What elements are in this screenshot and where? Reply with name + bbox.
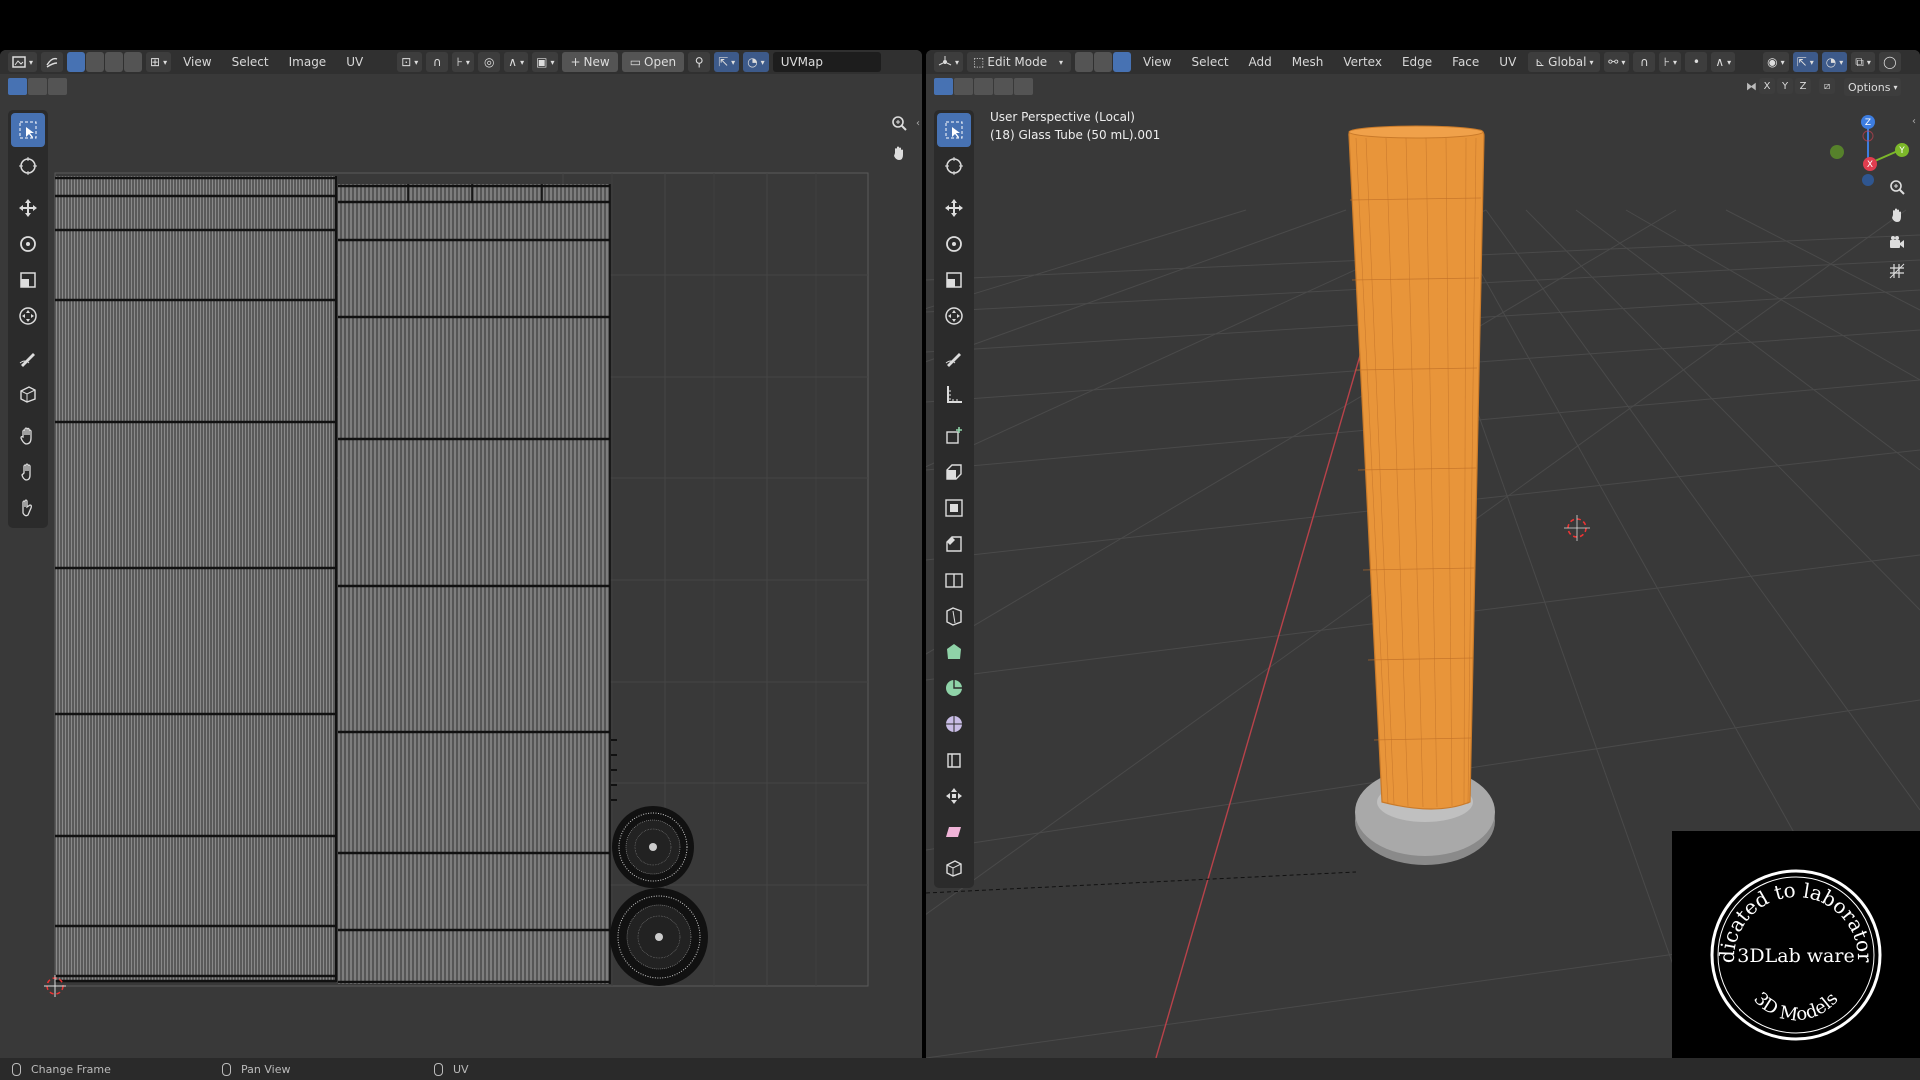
svg-text:Y: Y [1898, 146, 1905, 156]
spin-tool-icon[interactable] [937, 671, 971, 705]
loop-cut-tool-icon[interactable] [937, 563, 971, 597]
rip-region-tool-icon[interactable] [11, 377, 45, 411]
transform-tool-icon[interactable] [937, 299, 971, 333]
svg-text:X: X [1867, 160, 1873, 170]
zoom-icon[interactable] [886, 110, 912, 136]
perspective-label: User Perspective (Local) [990, 110, 1135, 124]
zoom-icon[interactable] [1884, 174, 1910, 200]
uv-island-left [55, 176, 337, 983]
bevel-tool-icon[interactable] [937, 527, 971, 561]
move-tool-icon[interactable] [11, 191, 45, 225]
seal-center-text: 3DLab ware [1737, 945, 1854, 967]
rotate-tool-icon[interactable] [937, 227, 971, 261]
cursor-tool-icon[interactable] [937, 149, 971, 183]
svg-text:Z: Z [1865, 118, 1871, 128]
status-change-frame: Change Frame [12, 1062, 111, 1076]
x-axis-line [1155, 334, 1367, 1058]
measure-tool-icon[interactable] [937, 377, 971, 411]
uv-island-cap-top [612, 806, 694, 888]
status-uv: UV [434, 1062, 469, 1076]
3dlab-ware-seal: Dedicated to laboratories 3DLab ware 3D … [1664, 812, 1882, 1041]
seal-top-text: Dedicated to laboratories [1672, 831, 1877, 963]
pan-hand-icon[interactable] [1884, 202, 1910, 228]
select-box-tool-icon[interactable] [937, 113, 971, 147]
select-box-tool-icon[interactable] [11, 113, 45, 147]
seal-bottom-text: 3D Models [1750, 988, 1843, 1025]
rip-region-tool-icon[interactable] [937, 851, 971, 885]
mouse-middle-icon [222, 1062, 231, 1076]
3d-cursor-icon[interactable] [1564, 515, 1590, 541]
uv-editor[interactable]: ▾ ⊞ ▾ View Select Image UV ⊡ ▾ ∩ ⊦ ▾ ◎ ∧… [0, 50, 922, 1058]
knife-tool-icon[interactable] [937, 599, 971, 633]
relax-tool-icon[interactable] [11, 455, 45, 489]
ortho-grid-icon[interactable] [1884, 258, 1910, 284]
watermark-logo: Dedicated to laboratories 3DLab ware 3D … [1664, 812, 1920, 1058]
y-axis-line [926, 871, 1357, 894]
move-tool-icon[interactable] [937, 191, 971, 225]
add-cube-tool-icon[interactable] [937, 419, 971, 453]
sidebar-toggle-icon[interactable]: ‹ [916, 118, 920, 129]
transform-tool-icon[interactable] [11, 299, 45, 333]
pan-hand-icon[interactable] [886, 140, 912, 166]
edge-slide-tool-icon[interactable] [937, 743, 971, 777]
shrink-fatten-tool-icon[interactable] [937, 779, 971, 813]
object-label: (18) Glass Tube (50 mL).001 [990, 128, 1161, 142]
grab-tool-icon[interactable] [11, 419, 45, 453]
annotate-tool-icon[interactable] [11, 341, 45, 375]
shear-tool-icon[interactable] [937, 815, 971, 849]
camera-icon[interactable] [1884, 230, 1910, 256]
viewport-toolbar [934, 110, 974, 888]
poly-build-tool-icon[interactable] [937, 635, 971, 669]
inset-tool-icon[interactable] [937, 491, 971, 525]
pinch-tool-icon[interactable] [11, 491, 45, 525]
uv-canvas[interactable] [0, 50, 922, 1058]
status-bar: Change Frame Pan View UV [0, 1058, 1920, 1080]
uv-toolbar [8, 110, 48, 528]
uv-island-cap-bottom [610, 888, 708, 986]
annotate-tool-icon[interactable] [937, 341, 971, 375]
mouse-right-icon [434, 1062, 443, 1076]
rotate-tool-icon[interactable] [11, 227, 45, 261]
scale-tool-icon[interactable] [11, 263, 45, 297]
uv-island-right [338, 184, 617, 984]
glass-tube-mesh[interactable] [1348, 125, 1485, 810]
mouse-left-icon [12, 1062, 21, 1076]
cursor-tool-icon[interactable] [11, 149, 45, 183]
top-bar [0, 0, 1920, 50]
scale-tool-icon[interactable] [937, 263, 971, 297]
extrude-tool-icon[interactable] [937, 455, 971, 489]
viewport-info: User Perspective (Local) (18) Glass Tube… [990, 108, 1160, 144]
smooth-tool-icon[interactable] [937, 707, 971, 741]
sidebar-toggle-icon[interactable]: ‹ [1912, 116, 1916, 127]
status-pan-view: Pan View [222, 1062, 290, 1076]
